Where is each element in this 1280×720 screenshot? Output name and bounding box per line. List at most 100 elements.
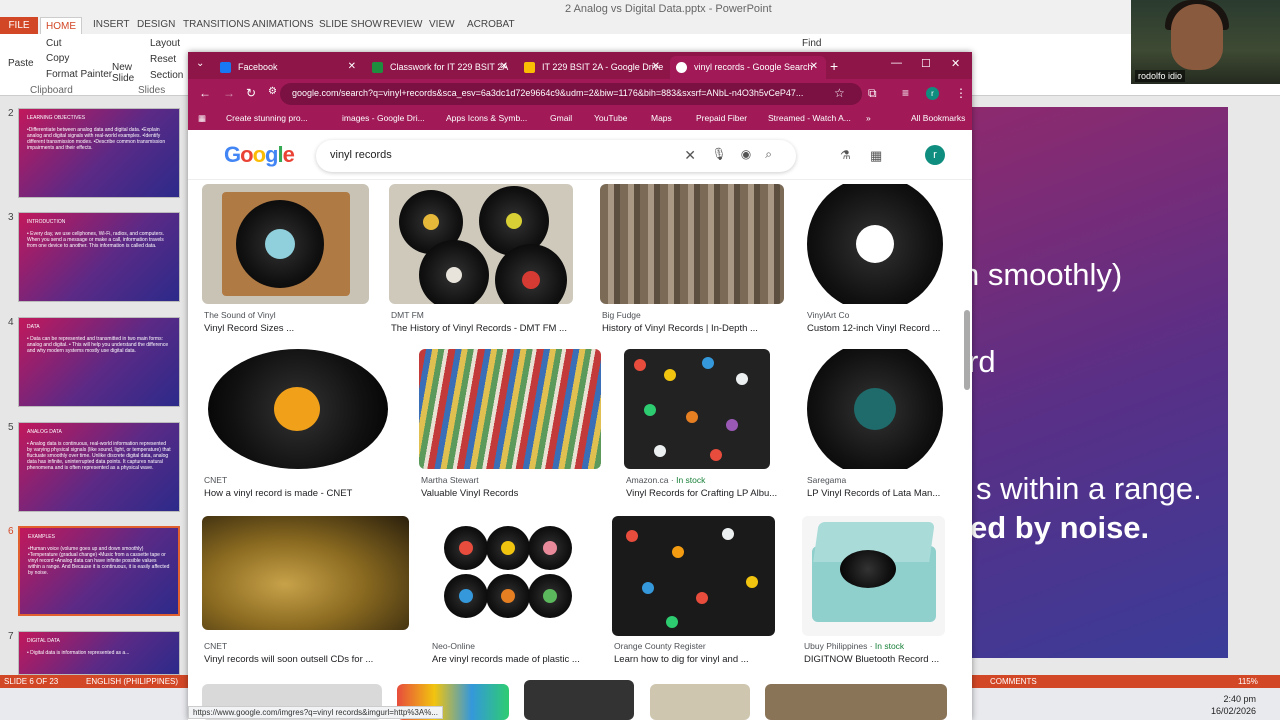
zoom-level[interactable]: 115%	[1238, 677, 1258, 686]
apps-icon[interactable]: ▦	[198, 113, 206, 124]
result-title[interactable]: History of Vinyl Records | In-Depth ...	[602, 323, 758, 334]
tab-search-icon[interactable]: ⌄	[196, 58, 204, 69]
result-title[interactable]: Vinyl records will soon outsell CDs for …	[204, 654, 373, 665]
search-icon[interactable]: ⌕	[765, 147, 786, 161]
copy-button[interactable]: Copy	[46, 53, 69, 64]
slide-canvas[interactable]: n smoothly) rd s within a range. ed by n…	[972, 107, 1228, 658]
close-icon[interactable]: ✕	[500, 61, 508, 72]
menu-icon[interactable]: ⋮	[955, 86, 967, 100]
result-title[interactable]: Vinyl Record Sizes ...	[204, 323, 294, 334]
result-image[interactable]	[650, 684, 750, 720]
tab-view[interactable]: VIEW	[429, 19, 455, 30]
browser-tab[interactable]: Facebook ✕	[214, 56, 364, 79]
result-image[interactable]	[765, 684, 947, 720]
close-icon[interactable]: ✕	[652, 61, 660, 72]
paste-button[interactable]: Paste	[8, 58, 34, 69]
result-image[interactable]	[389, 184, 573, 304]
comments-button[interactable]: COMMENTS	[990, 677, 1037, 686]
extensions-icon[interactable]: ⧉	[868, 86, 877, 101]
result-title[interactable]: Learn how to dig for vinyl and ...	[614, 654, 749, 665]
close-icon[interactable]: ✕	[810, 61, 818, 72]
cut-button[interactable]: Cut	[46, 38, 62, 49]
page-scrollbar[interactable]	[964, 310, 970, 390]
result-title[interactable]: Are vinyl records made of plastic ...	[432, 654, 580, 665]
bookmark-item[interactable]: Maps	[651, 113, 672, 123]
result-image[interactable]	[805, 349, 945, 469]
result-image[interactable]	[430, 516, 582, 630]
result-image[interactable]	[202, 184, 369, 304]
layout-button[interactable]: Layout	[150, 38, 180, 49]
labs-icon[interactable]: ⚗	[840, 148, 851, 162]
result-image[interactable]	[624, 349, 770, 469]
reload-icon[interactable]: ↻	[246, 86, 256, 100]
slide-thumbnail-selected[interactable]: EXAMPLES •Human voice (volume goes up and…	[18, 526, 180, 616]
tab-slide-show[interactable]: SLIDE SHOW	[319, 19, 382, 30]
all-bookmarks[interactable]: All Bookmarks	[911, 113, 965, 123]
google-search-box[interactable]: vinyl records ✕ 🎙◉⌕	[316, 140, 796, 172]
search-query[interactable]: vinyl records	[330, 149, 392, 161]
microphone-icon[interactable]: 🎙	[712, 147, 741, 161]
result-image[interactable]	[612, 516, 775, 636]
result-image[interactable]	[600, 184, 784, 304]
forward-icon[interactable]: →	[223, 86, 235, 100]
slide-thumbnail[interactable]: ANALOG DATA • Analog data is continuous, …	[18, 422, 180, 512]
result-title[interactable]: The History of Vinyl Records - DMT FM ..…	[391, 323, 567, 334]
bookmark-item[interactable]: Prepaid Fiber	[696, 113, 747, 123]
slide-thumbnail[interactable]: LEARNING OBJECTIVES •Differentiate betwee…	[18, 108, 180, 198]
tab-review[interactable]: REVIEW	[383, 19, 422, 30]
tab-insert[interactable]: INSERT	[93, 19, 130, 30]
bookmark-item[interactable]: Apps Icons & Symb...	[446, 113, 527, 123]
format-painter-button[interactable]: Format Painter	[46, 69, 112, 80]
bookmark-item[interactable]: Gmail	[550, 113, 572, 123]
minimize-button[interactable]: —	[891, 57, 902, 69]
new-slide-button[interactable]: New Slide	[112, 62, 134, 84]
result-title[interactable]: DIGITNOW Bluetooth Record ...	[804, 654, 939, 665]
result-title[interactable]: Vinyl Records for Crafting LP Albu...	[626, 488, 777, 499]
section-button[interactable]: Section	[150, 70, 183, 81]
slide-thumbnail[interactable]: DATA • Data can be represented and transm…	[18, 317, 180, 407]
apps-grid-icon[interactable]: ▦	[870, 148, 882, 164]
slide-thumbnail[interactable]: DIGITAL DATA • Digital data is informatio…	[18, 631, 180, 675]
back-icon[interactable]: ←	[199, 86, 211, 100]
vertical-scrollbar[interactable]	[1228, 96, 1280, 675]
browser-tab-active[interactable]: vinyl records - Google Search ✕	[670, 56, 826, 79]
google-logo[interactable]: Google	[224, 142, 295, 168]
result-image[interactable]	[202, 516, 409, 630]
result-title[interactable]: LP Vinyl Records of Lata Man...	[807, 488, 940, 499]
new-tab-button[interactable]: +	[830, 58, 838, 74]
avatar[interactable]: r	[925, 145, 945, 165]
lens-icon[interactable]: ◉	[741, 147, 765, 161]
tab-file[interactable]: FILE	[0, 17, 38, 34]
address-bar[interactable]: google.com/search?q=vinyl+records&sca_es…	[280, 83, 862, 105]
bookmark-item[interactable]: YouTube	[594, 113, 627, 123]
bookmark-item[interactable]: Streamed - Watch A...	[768, 113, 851, 123]
tab-design[interactable]: DESIGN	[137, 19, 175, 30]
close-icon[interactable]: ✕	[348, 61, 356, 72]
result-image[interactable]	[802, 516, 945, 636]
bookmark-item[interactable]: Create stunning pro...	[226, 113, 308, 123]
more-bookmarks-icon[interactable]: »	[866, 113, 871, 123]
result-title[interactable]: How a vinyl record is made - CNET	[204, 488, 352, 499]
tab-home[interactable]: HOME	[40, 17, 82, 34]
result-title[interactable]: Valuable Vinyl Records	[421, 488, 518, 499]
media-icon[interactable]: ≡	[902, 86, 909, 100]
slide-thumbnail[interactable]: INTRODUCTION • Every day, we use cellphon…	[18, 212, 180, 302]
result-title[interactable]: Custom 12-inch Vinyl Record ...	[807, 323, 940, 334]
clear-icon[interactable]: ✕	[684, 147, 696, 164]
result-image[interactable]	[419, 349, 601, 469]
site-info-icon[interactable]: ⚙	[268, 86, 277, 97]
tab-acrobat[interactable]: ACROBAT	[467, 19, 515, 30]
find-button[interactable]: Find	[802, 38, 821, 49]
result-image[interactable]	[524, 680, 634, 720]
maximize-button[interactable]: ☐	[921, 57, 931, 70]
browser-tab[interactable]: Classwork for IT 229 BSIT 2A ✕	[366, 56, 516, 79]
slide-thumbnail-pane[interactable]: 2 LEARNING OBJECTIVES •Differentiate betw…	[0, 96, 188, 675]
profile-icon[interactable]: r	[926, 87, 939, 100]
tab-animations[interactable]: ANIMATIONS	[252, 19, 313, 30]
browser-tab[interactable]: IT 229 BSIT 2A - Google Drive ✕	[518, 56, 668, 79]
tab-transitions[interactable]: TRANSITIONS	[183, 19, 250, 30]
result-image[interactable]	[805, 184, 945, 304]
clock[interactable]: 2:40 pm 16/02/2026	[1211, 693, 1256, 717]
bookmark-item[interactable]: images - Google Dri...	[342, 113, 425, 123]
language-indicator[interactable]: ENGLISH (PHILIPPINES)	[86, 677, 178, 686]
